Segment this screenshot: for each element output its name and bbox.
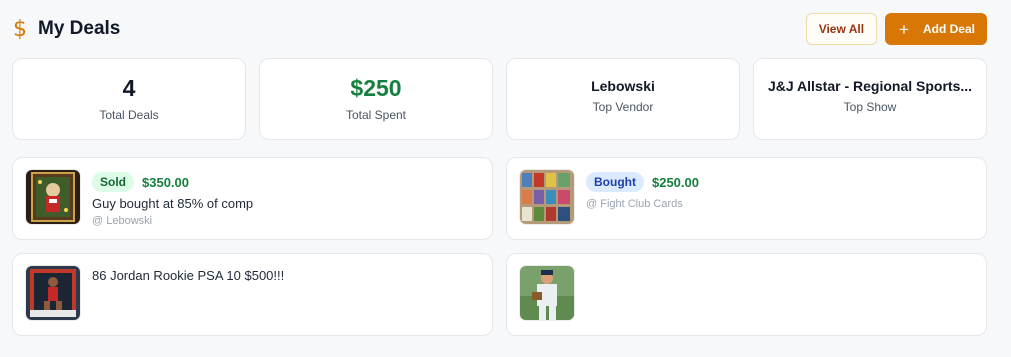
- stat-label: Top Show: [843, 100, 897, 115]
- jordan-card-thumbnail: [26, 266, 80, 320]
- stat-top-vendor: Lebowski Top Vendor: [506, 58, 740, 140]
- view-all-button[interactable]: View All: [805, 13, 878, 45]
- deal-vendor: @ Fight Club Cards: [586, 198, 683, 210]
- deal-vendor: @ Lebowski: [92, 215, 153, 227]
- dollar-icon: $: [13, 16, 27, 42]
- page-header: $ My Deals View All + Add Deal: [12, 13, 987, 45]
- plus-icon: +: [899, 19, 909, 39]
- add-deal-label: Add Deal: [922, 22, 975, 36]
- deal-price: $350.00: [142, 174, 189, 190]
- stat-top-show: J&J Allstar - Regional Sports... Top Sho…: [753, 58, 987, 140]
- stat-total-spent: $250 Total Spent: [259, 58, 493, 140]
- deal-description: Guy bought at 85% of comp: [92, 196, 254, 211]
- baseball-player-thumbnail: [520, 266, 574, 320]
- deal-card[interactable]: Sold $350.00 Guy bought at 85% of comp @…: [12, 157, 493, 240]
- page-title: My Deals: [38, 18, 121, 39]
- deal-card[interactable]: 86 Jordan Rookie PSA 10 $500!!!: [12, 253, 493, 336]
- stat-label: Total Spent: [345, 107, 407, 122]
- deal-price: $250.00: [651, 174, 699, 190]
- deals-grid: Sold $350.00 Guy bought at 85% of comp @…: [12, 157, 987, 336]
- stat-value: 4: [122, 75, 136, 102]
- stats-row: 4 Total Deals $250 Total Spent Lebowski …: [12, 58, 987, 140]
- title-group: $ My Deals: [12, 17, 120, 42]
- stat-value: Lebowski: [591, 77, 655, 94]
- deal-card[interactable]: Bought $250.00 @ Fight Club Cards: [506, 157, 987, 240]
- add-deal-button[interactable]: + Add Deal: [885, 13, 987, 45]
- stat-label: Top Vendor: [592, 100, 654, 115]
- cards-collection-thumbnail: [520, 170, 574, 224]
- stat-value: J&J Allstar - Regional Sports...: [767, 77, 973, 94]
- card-thumbnail: [26, 170, 80, 224]
- status-badge: Bought: [586, 172, 644, 192]
- deal-description: 86 Jordan Rookie PSA 10 $500!!!: [92, 268, 285, 283]
- header-actions: View All + Add Deal: [805, 13, 987, 45]
- stat-label: Total Deals: [99, 107, 159, 122]
- stat-total-deals: 4 Total Deals: [12, 58, 246, 140]
- deal-card[interactable]: [506, 253, 987, 336]
- stat-value: $250: [350, 75, 402, 102]
- status-badge: Sold: [92, 172, 134, 192]
